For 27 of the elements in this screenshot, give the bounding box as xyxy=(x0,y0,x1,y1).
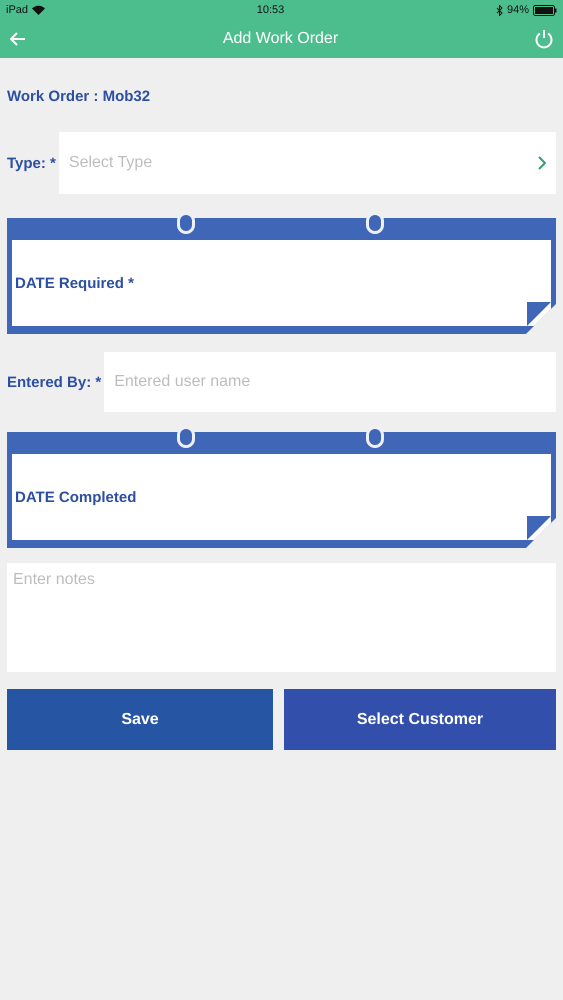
select-customer-button[interactable]: Select Customer xyxy=(284,689,556,750)
work-order-title: Work Order : Mob32 xyxy=(7,88,152,107)
save-button[interactable]: Save xyxy=(7,689,273,750)
date-label: DATE Completed xyxy=(15,488,136,506)
ring-icon xyxy=(177,212,195,234)
ring-icon xyxy=(366,426,384,448)
date-label: DATE Required * xyxy=(15,274,134,292)
back-button[interactable] xyxy=(10,32,26,46)
ring-icon xyxy=(177,426,195,448)
notes-field[interactable]: Enter notes xyxy=(7,563,556,672)
folded-corner-icon xyxy=(527,516,551,540)
power-button[interactable] xyxy=(534,29,553,49)
wifi-icon xyxy=(32,5,46,15)
field-label: Type: * xyxy=(7,154,56,172)
date-card[interactable]: DATE Completed xyxy=(7,432,556,548)
page-title: Add Work Order xyxy=(222,30,338,48)
field-label: Entered By: * xyxy=(7,374,102,390)
date-card[interactable]: DATE Required * xyxy=(7,218,556,334)
chevron-right-icon xyxy=(538,156,546,170)
folded-corner-icon xyxy=(527,302,551,326)
carrier-text: iPad xyxy=(6,4,28,16)
battery-text: 94% xyxy=(506,4,529,16)
bluetooth-icon xyxy=(496,4,503,16)
ring-icon xyxy=(366,212,384,234)
battery-icon xyxy=(533,4,557,16)
input-field[interactable]: Entered user name xyxy=(104,352,556,412)
clock-text: 10:53 xyxy=(256,4,284,16)
